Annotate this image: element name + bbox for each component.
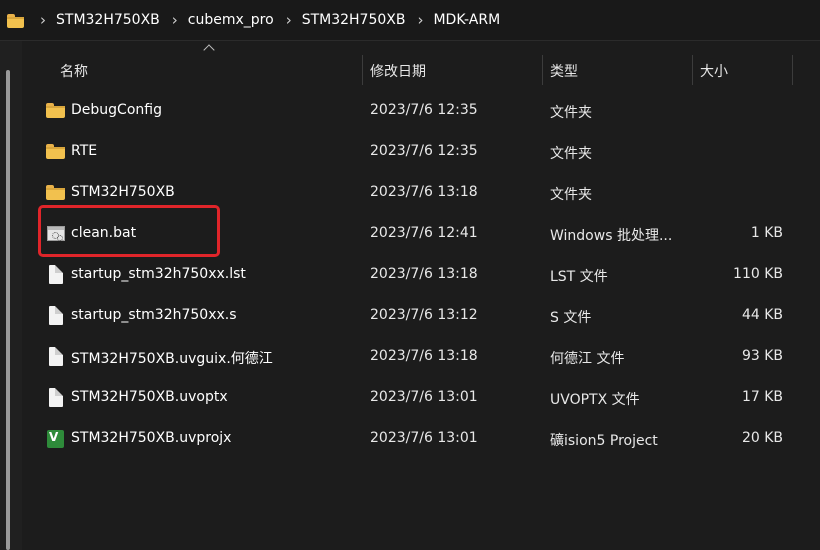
breadcrumb-item[interactable]: › MDK-ARM xyxy=(405,11,500,29)
chevron-right-icon: › xyxy=(40,11,46,29)
file-name: DebugConfig xyxy=(71,102,162,118)
file-type: S 文件 xyxy=(550,310,592,326)
file-type: 何德江 文件 xyxy=(550,351,625,367)
navigation-pane-edge xyxy=(0,41,22,550)
file-date: 2023/7/6 13:12 xyxy=(370,307,478,323)
file-icon xyxy=(46,347,66,367)
file-type: 文件夹 xyxy=(550,146,592,162)
folder-icon xyxy=(7,13,24,28)
file-size: 110 KB xyxy=(733,266,783,282)
file-date: 2023/7/6 12:41 xyxy=(370,225,478,241)
column-divider[interactable] xyxy=(542,55,543,85)
file-date: 2023/7/6 13:18 xyxy=(370,266,478,282)
sort-ascending-icon xyxy=(203,44,215,56)
column-name-header[interactable]: 名称 xyxy=(60,61,88,81)
file-type: 礦ision5 Project xyxy=(550,433,658,449)
file-date: 2023/7/6 13:18 xyxy=(370,348,478,364)
column-size-header[interactable]: 大小 xyxy=(700,61,728,81)
breadcrumb-item[interactable]: › STM32H750XB xyxy=(274,11,406,29)
file-type: Windows 批处理... xyxy=(550,228,673,244)
folder-icon xyxy=(46,183,66,203)
file-size: 93 KB xyxy=(741,348,783,364)
file-type: UVOPTX 文件 xyxy=(550,392,640,408)
file-type: LST 文件 xyxy=(550,269,608,285)
file-type: 文件夹 xyxy=(550,105,592,121)
chevron-right-icon: › xyxy=(417,11,424,29)
file-name: STM32H750XB.uvguix.何德江 xyxy=(71,351,273,367)
column-divider[interactable] xyxy=(692,55,693,85)
file-date: 2023/7/6 13:18 xyxy=(370,184,478,200)
column-divider[interactable] xyxy=(362,55,363,85)
file-row[interactable]: STM32H750XB.uvoptx 2023/7/6 13:01 UVOPTX… xyxy=(22,378,820,419)
file-name: STM32H750XB xyxy=(71,184,175,200)
file-date: 2023/7/6 12:35 xyxy=(370,143,478,159)
uvision-project-icon: V xyxy=(46,429,66,449)
breadcrumb-item[interactable]: › cubemx_pro xyxy=(160,11,274,29)
file-icon xyxy=(46,388,66,408)
address-bar[interactable]: › STM32H750XB › cubemx_pro › STM32H750XB… xyxy=(0,0,820,41)
file-row[interactable]: RTE 2023/7/6 12:35 文件夹 xyxy=(22,132,820,173)
file-row[interactable]: STM32H750XB.uvguix.何德江 2023/7/6 13:18 何德… xyxy=(22,337,820,378)
file-name: RTE xyxy=(71,143,98,159)
file-name: startup_stm32h750xx.lst xyxy=(71,266,246,282)
breadcrumb-item[interactable]: › STM32H750XB xyxy=(28,11,160,29)
file-date: 2023/7/6 13:01 xyxy=(370,389,478,405)
file-size: 1 KB xyxy=(750,225,783,241)
file-row[interactable]: V STM32H750XB.uvprojx 2023/7/6 13:01 礦is… xyxy=(22,419,820,460)
file-row[interactable]: startup_stm32h750xx.lst 2023/7/6 13:18 L… xyxy=(22,255,820,296)
folder-icon xyxy=(46,101,66,121)
file-size: 44 KB xyxy=(741,307,783,323)
column-divider[interactable] xyxy=(792,55,793,85)
column-type-header[interactable]: 类型 xyxy=(550,61,578,81)
file-row[interactable]: startup_stm32h750xx.s 2023/7/6 13:12 S 文… xyxy=(22,296,820,337)
file-name: startup_stm32h750xx.s xyxy=(71,307,237,323)
scrollbar[interactable] xyxy=(6,70,10,550)
file-icon xyxy=(46,306,66,326)
file-row[interactable]: DebugConfig 2023/7/6 12:35 文件夹 xyxy=(22,91,820,132)
file-date: 2023/7/6 13:01 xyxy=(370,430,478,446)
highlight-box xyxy=(38,205,220,257)
file-icon xyxy=(46,265,66,285)
chevron-right-icon: › xyxy=(285,11,292,29)
file-name: STM32H750XB.uvoptx xyxy=(71,389,228,405)
column-header: 名称 修改日期 类型 大小 xyxy=(22,41,820,95)
file-name: STM32H750XB.uvprojx xyxy=(71,430,232,446)
column-date-header[interactable]: 修改日期 xyxy=(370,61,426,81)
file-type: 文件夹 xyxy=(550,187,592,203)
file-size: 17 KB xyxy=(741,389,783,405)
chevron-right-icon: › xyxy=(171,11,178,29)
folder-icon xyxy=(46,142,66,162)
file-size: 20 KB xyxy=(741,430,783,446)
file-date: 2023/7/6 12:35 xyxy=(370,102,478,118)
